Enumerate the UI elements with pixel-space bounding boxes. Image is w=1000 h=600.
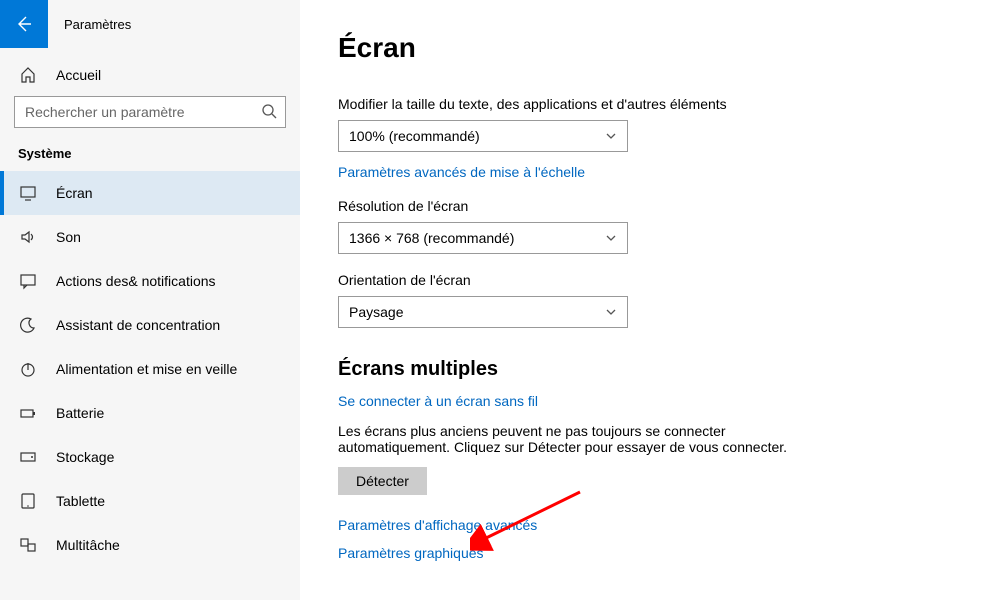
power-icon	[18, 360, 38, 378]
chevron-down-icon	[605, 306, 617, 318]
sidebar-item-tablette[interactable]: Tablette	[0, 479, 300, 523]
detect-button[interactable]: Détecter	[338, 467, 427, 495]
main-pane: Écran Mise à l'échelle et disposition Mo…	[300, 0, 1000, 600]
sidebar-item-label: Batterie	[38, 405, 104, 421]
scale-select-value: 100% (recommandé)	[349, 128, 480, 144]
scale-select[interactable]: 100% (recommandé)	[338, 120, 628, 152]
sidebar-item-multit-che[interactable]: Multitâche	[0, 523, 300, 567]
sidebar-item-actions-des-notifications[interactable]: Actions des& notifications	[0, 259, 300, 303]
advanced-display-settings-link[interactable]: Paramètres d'affichage avancés	[338, 517, 980, 533]
sidebar-item-batterie[interactable]: Batterie	[0, 391, 300, 435]
sidebar-item-assistant-de-concentration[interactable]: Assistant de concentration	[0, 303, 300, 347]
wireless-display-link[interactable]: Se connecter à un écran sans fil	[338, 393, 980, 409]
sidebar-item-label: Tablette	[38, 493, 105, 509]
sidebar-item-label: Écran	[38, 185, 93, 201]
multi-icon	[18, 536, 38, 554]
tablet-icon	[18, 492, 38, 510]
home-icon	[18, 66, 38, 84]
detect-description: Les écrans plus anciens peuvent ne pas t…	[338, 423, 808, 455]
home-link[interactable]: Accueil	[0, 56, 300, 96]
sidebar-item-label: Multitâche	[38, 537, 120, 553]
graphics-settings-link[interactable]: Paramètres graphiques	[338, 545, 980, 561]
sidebar-item-label: Actions des& notifications	[38, 273, 216, 289]
sidebar-item-label: Stockage	[38, 449, 114, 465]
scale-description: Modifier la taille du texte, des applica…	[338, 96, 980, 112]
notif-icon	[18, 272, 38, 290]
moon-icon	[18, 316, 38, 334]
group-label: Système	[0, 146, 300, 171]
sound-icon	[18, 228, 38, 246]
chevron-down-icon	[605, 130, 617, 142]
titlebar: Paramètres	[0, 0, 300, 48]
page-title: Écran	[338, 32, 980, 64]
back-button[interactable]	[0, 0, 48, 48]
sidebar-item--cran[interactable]: Écran	[0, 171, 300, 215]
sidebar: Paramètres Accueil Système Écran Son Actio…	[0, 0, 300, 600]
back-arrow-icon	[14, 14, 34, 34]
orientation-select[interactable]: Paysage	[338, 296, 628, 328]
sidebar-item-son[interactable]: Son	[0, 215, 300, 259]
search-icon	[260, 102, 278, 120]
chevron-down-icon	[605, 232, 617, 244]
orientation-label: Orientation de l'écran	[338, 272, 980, 288]
search-input[interactable]	[14, 96, 286, 128]
search-box[interactable]	[14, 96, 286, 128]
advanced-scaling-link[interactable]: Paramètres avancés de mise à l'échelle	[338, 164, 980, 180]
app-title: Paramètres	[48, 17, 131, 32]
sidebar-item-stockage[interactable]: Stockage	[0, 435, 300, 479]
scale-heading-partial: Mise à l'échelle et disposition	[338, 70, 980, 86]
storage-icon	[18, 448, 38, 466]
orientation-select-value: Paysage	[349, 304, 403, 320]
home-label: Accueil	[38, 67, 101, 83]
resolution-label: Résolution de l'écran	[338, 198, 980, 214]
sidebar-item-label: Alimentation et mise en veille	[38, 361, 237, 377]
display-icon	[18, 184, 38, 202]
battery-icon	[18, 404, 38, 422]
resolution-select-value: 1366 × 768 (recommandé)	[349, 230, 514, 246]
sidebar-item-label: Son	[38, 229, 81, 245]
multiple-displays-heading: Écrans multiples	[338, 358, 980, 381]
resolution-select[interactable]: 1366 × 768 (recommandé)	[338, 222, 628, 254]
sidebar-item-alimentation-et-mise-en-veille[interactable]: Alimentation et mise en veille	[0, 347, 300, 391]
sidebar-item-label: Assistant de concentration	[38, 317, 220, 333]
